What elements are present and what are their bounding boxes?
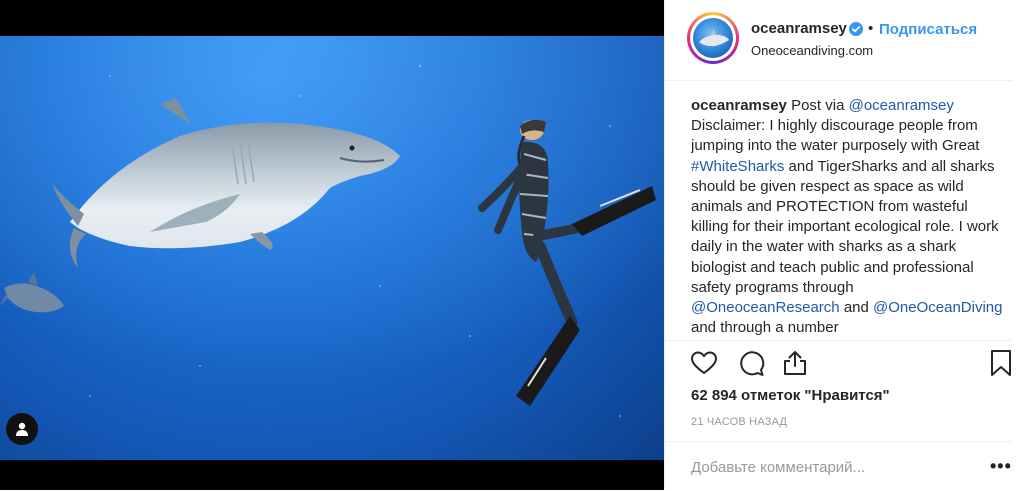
caption-text: and TigerSharks and all sharks should be… <box>691 157 999 296</box>
caption-text: and <box>839 299 874 317</box>
mention-link[interactable]: @OneoceanResearch <box>691 299 840 316</box>
caption-text: Post via <box>786 97 849 114</box>
caption-text: and through a number <box>691 319 839 337</box>
avatar[interactable] <box>687 12 739 64</box>
shark-diver-illustration <box>0 36 664 460</box>
user-tag-icon[interactable] <box>6 413 38 445</box>
share-icon[interactable] <box>781 349 809 377</box>
separator-dot: • <box>868 20 874 37</box>
mention-link[interactable]: @oceanramsey <box>849 97 954 114</box>
verified-badge-icon <box>849 22 863 36</box>
post-header: oceanramsey • Подписаться Oneoceandiving… <box>665 0 1013 81</box>
post-details-panel: oceanramsey • Подписаться Oneoceandiving… <box>664 0 1024 490</box>
location-link[interactable]: Oneoceandiving.com <box>751 43 873 58</box>
post-photo[interactable] <box>0 36 664 460</box>
post-media[interactable] <box>0 0 664 490</box>
caption-username[interactable]: oceanramsey <box>691 97 787 114</box>
mention-link[interactable]: @OneOceanDiving <box>873 299 1002 316</box>
post-caption: oceanramsey Post via @oceanramsey Discla… <box>691 96 1006 340</box>
action-bar <box>665 340 1013 385</box>
post-timestamp[interactable]: 21 ЧАСОВ НАЗАД <box>691 416 787 428</box>
header-username[interactable]: oceanramsey <box>751 20 847 37</box>
comment-area: ••• <box>665 441 1013 491</box>
avatar-image <box>693 18 733 58</box>
comment-input[interactable] <box>691 456 971 478</box>
caption-text: Disclaimer: I highly discourage people f… <box>691 117 980 155</box>
heart-icon[interactable] <box>690 349 718 377</box>
follow-button[interactable]: Подписаться <box>879 21 977 38</box>
likes-count[interactable]: 62 894 отметок "Нравится" <box>691 387 890 404</box>
bookmark-icon[interactable] <box>987 349 1015 377</box>
comment-icon[interactable] <box>737 349 765 377</box>
hashtag-link[interactable]: #WhiteSharks <box>691 158 784 175</box>
more-options-button[interactable]: ••• <box>990 456 1012 477</box>
